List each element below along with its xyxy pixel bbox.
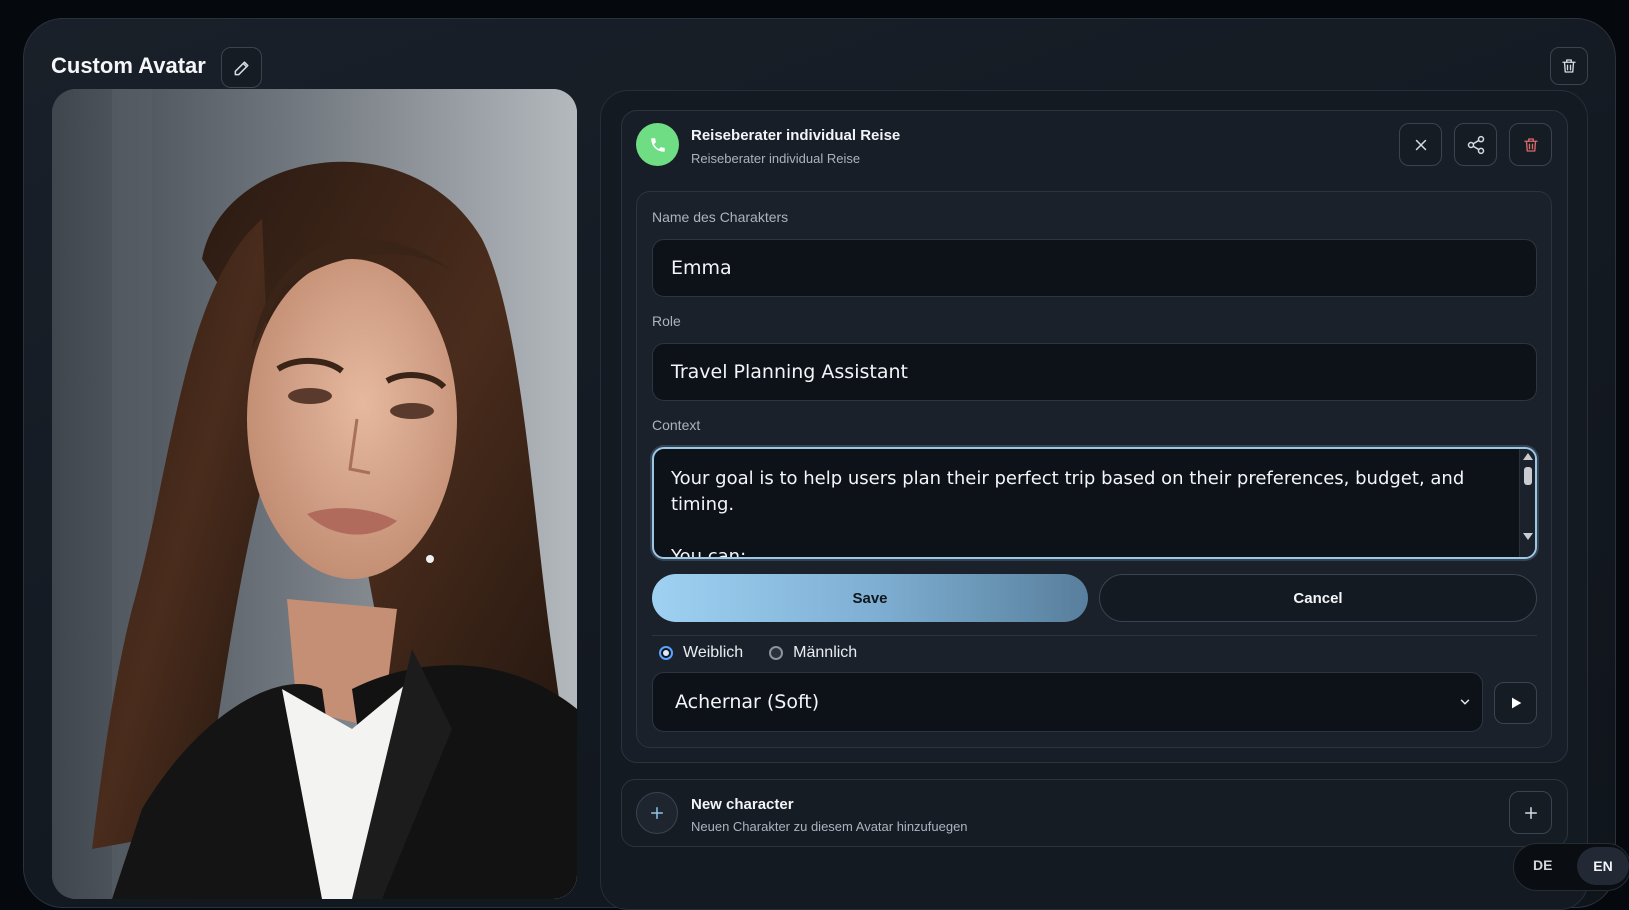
context-textarea[interactable]: Your goal is to help users plan their pe… [652,447,1537,559]
close-button[interactable] [1399,123,1442,166]
plus-icon [1524,806,1537,819]
play-icon [1511,697,1521,709]
chevron-down-icon [1460,699,1470,705]
radio-weiblich-label[interactable]: Weiblich [683,644,743,662]
new-character-avatar [636,792,678,834]
scroll-thumb[interactable] [1524,467,1532,485]
context-label: Context [652,417,701,433]
radio-weiblich[interactable] [659,646,673,660]
avatar-portrait [52,89,577,899]
page-title: Custom Avatar [51,53,206,78]
share-button[interactable] [1454,123,1497,166]
context-text: Your goal is to help users plan their pe… [671,468,1465,559]
divider [652,635,1537,636]
cancel-button[interactable]: Cancel [1099,574,1537,622]
language-de[interactable]: DE [1533,857,1552,873]
role-label: Role [652,313,681,329]
radio-maennlich[interactable] [769,646,784,660]
play-voice-button[interactable] [1494,682,1537,724]
new-character-subtitle: Neuen Charakter zu diesem Avatar hinzufu… [691,819,968,834]
radio-maennlich-label[interactable]: Männlich [793,644,857,662]
share-icon [1467,135,1484,154]
trash-icon [1562,59,1576,73]
plus-icon [651,807,663,819]
scroll-down-icon[interactable] [1523,533,1533,540]
role-field[interactable]: Travel Planning Assistant [652,343,1537,401]
voice-select-value: Achernar (Soft) [675,691,820,713]
name-label: Name des Charakters [652,209,789,225]
delete-avatar-button[interactable] [1550,47,1588,85]
close-icon [1415,139,1426,150]
new-character-card[interactable] [621,779,1568,847]
new-character-title: New character [691,796,794,813]
context-scrollbar[interactable] [1519,449,1535,557]
scroll-up-icon[interactable] [1523,453,1533,460]
edit-title-button[interactable] [221,47,262,88]
name-field[interactable]: Emma [652,239,1537,297]
voice-select[interactable]: Achernar (Soft) [652,672,1483,732]
language-en[interactable]: EN [1577,847,1629,885]
add-character-button[interactable] [1509,791,1552,834]
portrait-illustration [52,89,577,899]
save-button[interactable]: Save [652,574,1088,622]
delete-character-button[interactable] [1509,123,1552,166]
character-subtitle: Reiseberater individual Reise [691,151,861,166]
call-button[interactable] [636,123,679,166]
gender-radio-group: Weiblich Männlich [659,644,883,662]
pencil-icon [234,60,249,75]
phone-icon [650,137,665,152]
trash-icon [1523,137,1538,152]
character-title: Reiseberater individual Reise [691,127,901,144]
